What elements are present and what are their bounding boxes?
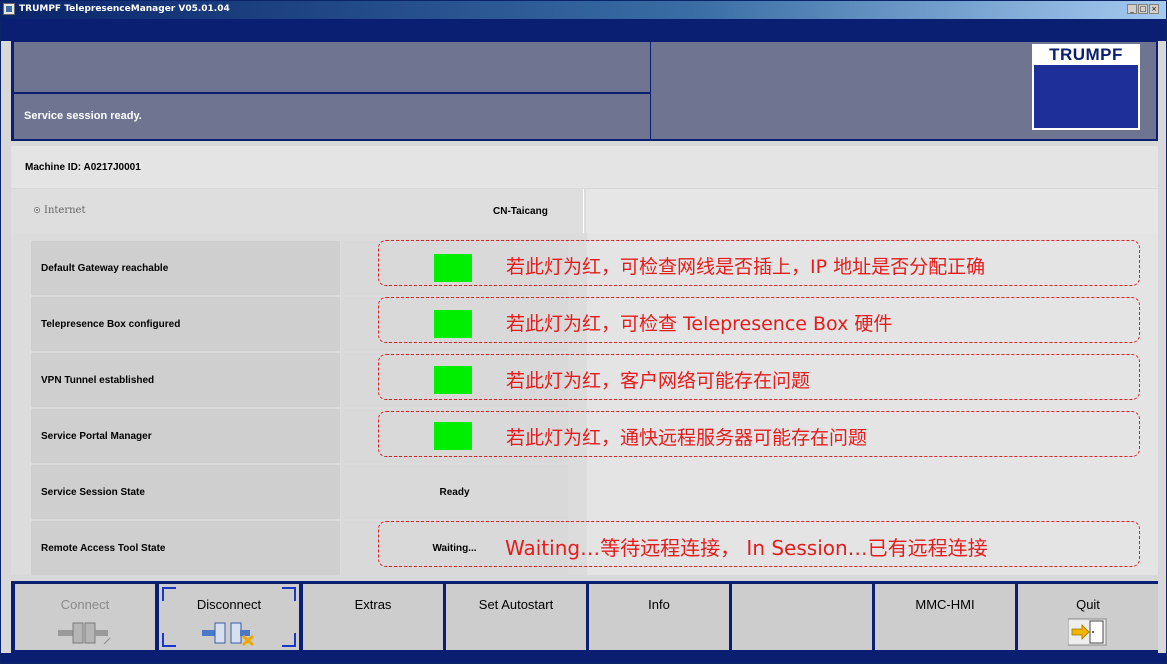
- exit-door-icon: [1068, 618, 1107, 646]
- annotation-text: 若此灯为红，通快远程服务器可能存在问题: [506, 427, 868, 449]
- status-value-cell: Ready: [341, 465, 568, 519]
- disconnect-label: Disconnect: [196, 597, 262, 612]
- internet-radio[interactable]: [34, 207, 40, 213]
- header: Service session ready. TRUMPF: [11, 41, 1158, 141]
- machine-id: Machine ID: A0217J0001: [25, 162, 141, 173]
- minimize-button[interactable]: _: [1127, 4, 1137, 14]
- connection-row: Internet CN-Taicang: [11, 189, 1158, 233]
- connection-type-cell: Internet CN-Taicang: [11, 189, 584, 233]
- mmc-hmi-label: MMC-HMI: [915, 597, 975, 612]
- annotation-box: 若此灯为红，客户网络可能存在问题: [378, 354, 1140, 400]
- extras-label: Extras: [354, 597, 392, 612]
- app-icon: [3, 3, 15, 15]
- info-button[interactable]: Info: [589, 584, 729, 650]
- title-bar[interactable]: TRUMPF TelepresenceManager V05.01.04 _ □…: [1, 1, 1166, 19]
- connection-right-cell: [586, 189, 1158, 233]
- status-row-session-state: Service Session State Ready: [31, 465, 568, 519]
- info-label: Info: [648, 597, 670, 612]
- toolbar: Connect Disconnect Extras Set Autostart …: [11, 581, 1158, 653]
- trumpf-logo: TRUMPF: [1032, 44, 1140, 130]
- annotation-box: Waiting…等待远程连接， In Session…已有远程连接: [378, 521, 1140, 567]
- status-label-cell: Service Portal Manager: [31, 409, 340, 463]
- top-band: [1, 19, 1166, 41]
- status-value: Ready: [439, 487, 470, 498]
- status-label: VPN Tunnel established: [41, 375, 155, 386]
- internet-label: Internet: [44, 205, 86, 216]
- status-label-cell: Default Gateway reachable: [31, 241, 340, 295]
- logo-wordmark: TRUMPF: [1034, 45, 1138, 65]
- status-label-cell: Remote Access Tool State: [31, 521, 340, 575]
- status-label: Default Gateway reachable: [41, 263, 169, 274]
- annotation-text: Waiting…等待远程连接， In Session…已有远程连接: [505, 536, 988, 560]
- quit-button[interactable]: Quit: [1018, 584, 1158, 650]
- annotation-text: 若此灯为红，客户网络可能存在问题: [506, 370, 811, 392]
- status-panel: Service session ready.: [14, 94, 650, 139]
- maximize-button[interactable]: □: [1138, 4, 1148, 14]
- connect-label: Connect: [60, 597, 110, 612]
- status-label: Service Session State: [41, 487, 145, 498]
- annotation-text: 若此灯为红，可检查 Telepresence Box 硬件: [506, 313, 893, 335]
- session-status-text: Service session ready.: [24, 110, 142, 122]
- status-label: Remote Access Tool State: [41, 543, 166, 554]
- empty-toolbar-slot: [732, 584, 872, 650]
- telepresence-manager-window: TRUMPF TelepresenceManager V05.01.04 _ □…: [0, 0, 1167, 664]
- status-label-cell: Telepresence Box configured: [31, 297, 340, 351]
- close-button[interactable]: ×: [1149, 4, 1159, 14]
- status-label-cell: Service Session State: [31, 465, 340, 519]
- set-autostart-button[interactable]: Set Autostart: [446, 584, 586, 650]
- status-label-cell: VPN Tunnel established: [31, 353, 340, 407]
- machine-id-row: Machine ID: A0217J0001: [11, 146, 1158, 188]
- status-label: Service Portal Manager: [41, 431, 152, 442]
- status-label: Telepresence Box configured: [41, 319, 181, 330]
- location-label: CN-Taicang: [493, 206, 548, 217]
- plug-disconnect-icon: [202, 622, 255, 646]
- bottom-band: [1, 653, 1166, 663]
- set-autostart-label: Set Autostart: [478, 597, 554, 612]
- annotation-box: 若此灯为红，通快远程服务器可能存在问题: [378, 411, 1140, 457]
- extras-button[interactable]: Extras: [303, 584, 443, 650]
- header-info-panel: [14, 42, 650, 92]
- selection-corner: [162, 633, 176, 647]
- disconnect-button[interactable]: Disconnect: [159, 584, 299, 650]
- annotation-box: 若此灯为红，可检查网线是否插上，IP 地址是否分配正确: [378, 240, 1140, 286]
- logo-panel: TRUMPF: [651, 42, 1156, 139]
- mmc-hmi-button[interactable]: MMC-HMI: [875, 584, 1015, 650]
- quit-label: Quit: [1076, 597, 1100, 612]
- plug-connect-icon: [58, 622, 111, 645]
- selection-corner: [282, 633, 296, 647]
- annotation-box: 若此灯为红，可检查 Telepresence Box 硬件: [378, 297, 1140, 343]
- window-title: TRUMPF TelepresenceManager V05.01.04: [19, 4, 230, 14]
- annotation-text: 若此灯为红，可检查网线是否插上，IP 地址是否分配正确: [506, 256, 986, 278]
- connect-button[interactable]: Connect: [15, 584, 155, 650]
